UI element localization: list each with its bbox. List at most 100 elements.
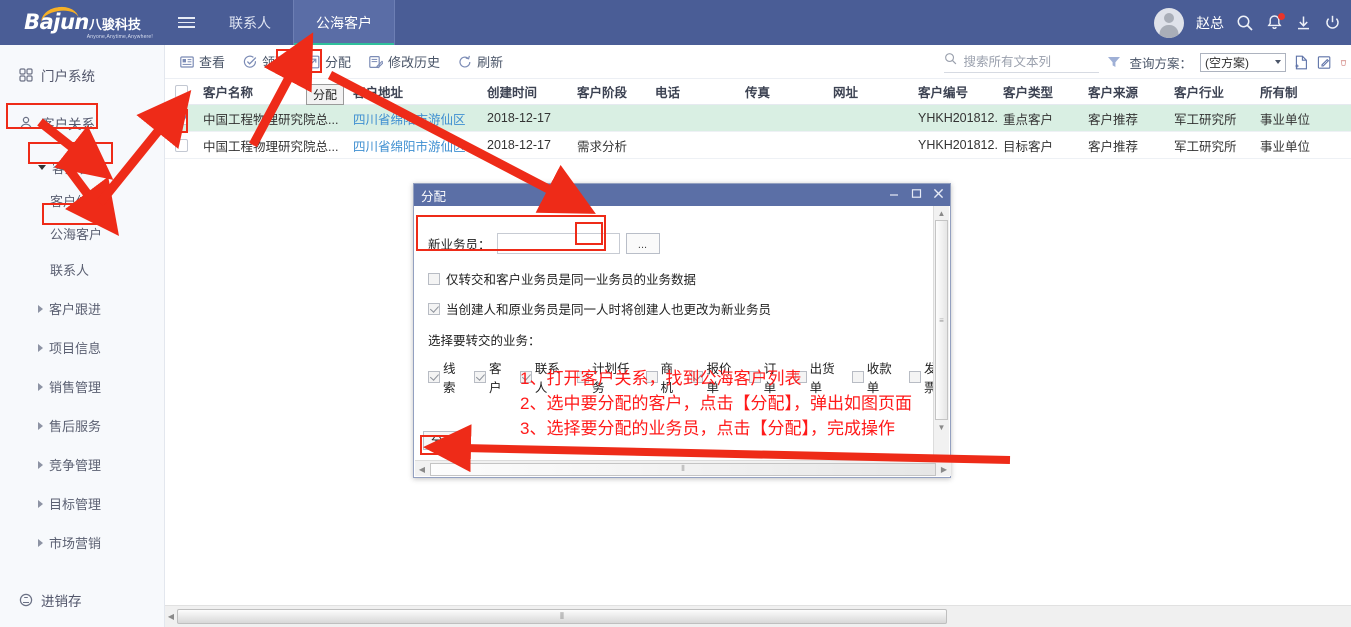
- box-icon: [18, 593, 33, 608]
- dialog-horizontal-scrollbar[interactable]: ◀ ⦀ ▶: [415, 460, 951, 476]
- sidebar-item-project-info[interactable]: 项目信息: [16, 328, 164, 367]
- search-input[interactable]: 搜索所有文本列: [944, 51, 1100, 73]
- view-button[interactable]: 查看: [171, 49, 234, 74]
- new-file-icon[interactable]: [1294, 55, 1309, 70]
- option-same-salesperson-checkbox[interactable]: [428, 272, 440, 285]
- option-same-salesperson-label: 仅转交和客户业务员是同一业务员的业务数据: [446, 273, 697, 287]
- business-item-clue[interactable]: 线索: [428, 358, 464, 396]
- option-change-creator-checkbox[interactable]: [428, 302, 440, 315]
- col-customer-source[interactable]: 客户来源: [1082, 82, 1168, 101]
- cell-customer-industry: 军工研究所: [1174, 139, 1237, 154]
- filter-icon[interactable]: [1107, 55, 1121, 69]
- dialog-hscroll-thumb[interactable]: ⦀: [430, 462, 936, 476]
- search-icon: [944, 52, 957, 70]
- close-icon[interactable]: [933, 188, 944, 202]
- col-customer-industry[interactable]: 客户行业: [1168, 82, 1254, 101]
- caret-right-icon: [38, 460, 43, 469]
- cell-customer-source: 客户推荐: [1088, 112, 1139, 127]
- maximize-icon[interactable]: [911, 188, 922, 202]
- app-logo[interactable]: Bajun八骏科技 Anyone,Anytime,Anywhere!: [0, 0, 165, 45]
- sidebar-item-target-management[interactable]: 目标管理: [16, 484, 164, 523]
- nav-tab-public-sea-customers[interactable]: 公海客户: [293, 0, 395, 45]
- option-change-creator-row[interactable]: 当创建人和原业务员是同一人时将创建人也更改为新业务员: [428, 299, 950, 318]
- col-customer-address[interactable]: 客户地址: [347, 82, 481, 101]
- cell-customer-address[interactable]: 四川省绵阳市游仙区: [347, 109, 481, 128]
- dialog-title-bar[interactable]: 分配: [414, 184, 950, 206]
- refresh-button[interactable]: 刷新: [449, 49, 512, 74]
- col-customer-number[interactable]: 客户编号: [912, 82, 997, 101]
- scroll-right-icon[interactable]: ▶: [937, 465, 951, 474]
- dialog-vertical-scrollbar[interactable]: ▲ ≡ ▼: [933, 206, 949, 456]
- highlight-box-row-checkbox: [164, 109, 188, 133]
- cell-customer-address[interactable]: 四川省绵阳市游仙区: [347, 136, 481, 155]
- query-plan-select[interactable]: (空方案): [1200, 52, 1286, 72]
- scroll-down-icon[interactable]: ▼: [934, 420, 949, 434]
- sidebar-item-competition[interactable]: 竞争管理: [16, 445, 164, 484]
- search-and-plan-area: 搜索所有文本列 查询方案： (空方案): [944, 45, 1347, 79]
- business-checkbox[interactable]: [428, 371, 440, 383]
- page-horizontal-scrollbar[interactable]: ◀ ⦀: [165, 605, 1351, 627]
- row-select-cell: [165, 138, 197, 152]
- cell-create-time: 2018-12-17: [487, 138, 551, 152]
- option-same-salesperson-row[interactable]: 仅转交和客户业务员是同一业务员的业务数据: [428, 269, 950, 288]
- toolbar-label: 刷新: [477, 55, 504, 70]
- cell-customer-stage: 需求分析: [577, 139, 628, 154]
- browse-salesperson-button[interactable]: ...: [625, 233, 660, 254]
- topbar-user-area: 赵总: [1154, 0, 1341, 45]
- page-scroll-left-icon[interactable]: ◀: [165, 612, 177, 621]
- history-button[interactable]: 修改历史: [360, 49, 449, 74]
- table-row[interactable]: 中国工程物理研究院总... 四川省绵阳市游仙区 2018-12-17 YHKH2…: [165, 105, 1351, 132]
- sidebar-item-marketing[interactable]: 市场营销: [16, 523, 164, 562]
- edit-file-icon[interactable]: [1317, 55, 1332, 70]
- select-all-checkbox[interactable]: [174, 85, 188, 98]
- highlight-box-browse-button: [575, 222, 603, 245]
- hamburger-icon[interactable]: [165, 0, 207, 45]
- sidebar-item-inventory[interactable]: 进销存: [16, 584, 164, 616]
- business-checkbox[interactable]: [473, 371, 486, 383]
- annotation-line-2: 2、选中要分配的客户，点击【分配】，弹出如图页面: [520, 394, 912, 413]
- nav-tab-label: 联系人: [229, 14, 271, 31]
- dialog-vscroll-thumb[interactable]: ≡: [935, 220, 948, 420]
- toolbar-label: 分配: [325, 55, 352, 70]
- refresh-icon: [458, 55, 472, 69]
- business-label: 线索: [443, 362, 456, 395]
- download-icon[interactable]: [1295, 14, 1312, 32]
- search-icon[interactable]: [1236, 14, 1254, 32]
- col-website[interactable]: 网址: [827, 82, 912, 101]
- sidebar-label: 联系人: [50, 263, 90, 278]
- col-create-time[interactable]: 创建时间: [481, 82, 571, 101]
- col-customer-type[interactable]: 客户类型: [997, 82, 1082, 101]
- sidebar-item-customer-followup[interactable]: 客户跟进: [16, 289, 164, 328]
- toolbar-label: 修改历史: [388, 55, 441, 70]
- business-item-customer[interactable]: 客户: [473, 358, 510, 396]
- toolbar-label: 查看: [199, 55, 226, 70]
- delete-file-icon[interactable]: [1340, 55, 1347, 70]
- minimize-icon[interactable]: [889, 188, 900, 202]
- sidebar-item-sales-management[interactable]: 销售管理: [16, 367, 164, 406]
- col-fax[interactable]: 传真: [739, 82, 827, 101]
- power-icon[interactable]: [1324, 14, 1341, 32]
- bell-icon[interactable]: [1266, 12, 1285, 32]
- scroll-left-icon[interactable]: ◀: [415, 465, 429, 474]
- page-hscroll-thumb[interactable]: ⦀: [177, 609, 947, 624]
- avatar[interactable]: [1154, 7, 1184, 38]
- sidebar-item-after-sales[interactable]: 售后服务: [16, 406, 164, 445]
- col-phone[interactable]: 电话: [649, 82, 739, 101]
- col-customer-stage[interactable]: 客户阶段: [571, 82, 649, 101]
- user-name: 赵总: [1196, 14, 1224, 31]
- nav-tab-contacts[interactable]: 联系人: [207, 0, 293, 45]
- col-ownership[interactable]: 所有制: [1254, 82, 1344, 101]
- cell-ownership: 事业单位: [1260, 139, 1311, 154]
- history-edit-icon: [369, 55, 384, 69]
- chevron-down-icon: [1275, 60, 1281, 64]
- annotation-line-1: 1、打开客户关系，找到公海客户列表: [520, 369, 802, 388]
- sidebar-label: 客户跟进: [49, 302, 102, 317]
- row-checkbox[interactable]: [174, 138, 188, 152]
- sidebar-item-contacts[interactable]: 联系人: [16, 250, 164, 289]
- scroll-up-icon[interactable]: ▲: [934, 206, 949, 220]
- sidebar-label: 门户系统: [41, 69, 95, 84]
- app-root: Bajun八骏科技 Anyone,Anytime,Anywhere! 联系人 公…: [0, 0, 1351, 627]
- cell-customer-type: 重点客户: [1003, 112, 1054, 127]
- table-row[interactable]: 中国工程物理研究院总... 四川省绵阳市游仙区 2018-12-17 需求分析 …: [165, 132, 1351, 159]
- sidebar-item-portal[interactable]: 门户系统: [16, 59, 164, 91]
